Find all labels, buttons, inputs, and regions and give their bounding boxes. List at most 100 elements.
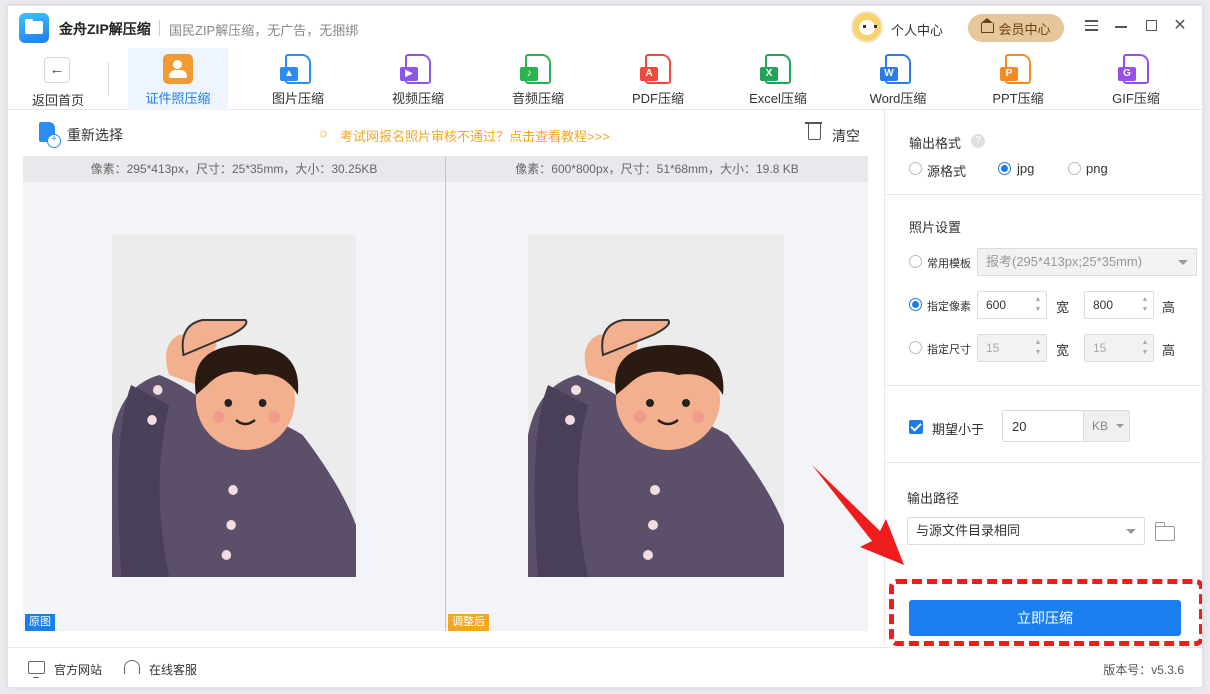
maximize-icon[interactable] bbox=[1142, 17, 1160, 35]
add-file-icon[interactable] bbox=[39, 122, 61, 148]
size-label[interactable]: 指定尺寸 bbox=[927, 341, 971, 357]
spin-up-icon[interactable]: ▲ bbox=[1033, 338, 1043, 348]
crown-icon bbox=[981, 18, 995, 33]
vip-center-button[interactable]: 会员中心 bbox=[968, 14, 1064, 42]
format-png-label[interactable]: png bbox=[1086, 161, 1108, 176]
tab-id-photo-compress[interactable]: 证件照压缩 bbox=[128, 48, 228, 110]
format-source-label[interactable]: 源格式 bbox=[927, 161, 966, 180]
user-avatar-icon[interactable] bbox=[851, 11, 883, 43]
minimize-icon[interactable] bbox=[1112, 17, 1130, 35]
tab-label: GIF压缩 bbox=[1112, 91, 1160, 106]
toolbar-divider bbox=[108, 62, 109, 96]
tab-label: PPT压缩 bbox=[992, 91, 1044, 106]
help-icon[interactable]: ? bbox=[971, 134, 985, 148]
size-width-value: 15 bbox=[986, 341, 1000, 355]
size-radio[interactable] bbox=[909, 341, 922, 354]
expect-size-label[interactable]: 期望小于 bbox=[932, 419, 984, 438]
section-divider bbox=[885, 385, 1202, 386]
format-jpg-label[interactable]: jpg bbox=[1017, 161, 1034, 176]
output-format-title: 输出格式 bbox=[909, 136, 962, 151]
size-unit-select[interactable]: KB bbox=[1083, 411, 1129, 441]
template-radio[interactable] bbox=[909, 255, 922, 268]
format-radio-source[interactable] bbox=[909, 162, 922, 175]
output-path-select[interactable]: 与源文件目录相同 bbox=[907, 517, 1145, 545]
arrow-left-icon: ← bbox=[44, 57, 70, 83]
pixel-radio[interactable] bbox=[909, 298, 922, 311]
tab-pdf-compress[interactable]: A PDF压缩 bbox=[608, 48, 708, 110]
audio-file-icon: ♪ bbox=[520, 54, 551, 84]
headset-icon[interactable] bbox=[124, 660, 140, 674]
chevron-down-icon bbox=[1116, 424, 1124, 428]
online-support-link[interactable]: 在线客服 bbox=[149, 661, 197, 678]
tab-word-compress[interactable]: W Word压缩 bbox=[848, 48, 948, 110]
size-width-input[interactable]: 15 ▲ ▼ bbox=[977, 334, 1047, 362]
expect-size-checkbox[interactable] bbox=[909, 420, 923, 434]
original-photo bbox=[112, 235, 356, 577]
tab-gif-compress[interactable]: G GIF压缩 bbox=[1086, 48, 1186, 110]
preview-area: 像素：295*413px，尺寸：25*35mm，大小：30.25KB 原图 像素… bbox=[23, 156, 868, 631]
height-unit: 高 bbox=[1162, 300, 1176, 315]
tutorial-link[interactable]: 考试网报名照片审核不通过？点击查看教程>>> bbox=[340, 126, 610, 145]
folder-icon[interactable] bbox=[1155, 522, 1175, 541]
size-unit-value: KB bbox=[1092, 419, 1109, 433]
gif-file-icon: G bbox=[1118, 54, 1149, 84]
spin-down-icon[interactable]: ▼ bbox=[1033, 348, 1043, 358]
chevron-down-icon bbox=[1178, 260, 1188, 265]
tab-label: 音频压缩 bbox=[511, 91, 564, 106]
trash-icon[interactable] bbox=[805, 122, 822, 140]
app-window: 金舟ZIP解压缩 国民ZIP解压缩，无广告，无捆绑 个人中心 会员中心 ✕ ← … bbox=[7, 5, 1203, 688]
format-radio-jpg[interactable] bbox=[998, 162, 1011, 175]
spin-down-icon[interactable]: ▼ bbox=[1140, 305, 1150, 315]
back-home-button[interactable]: ← 返回首页 bbox=[22, 54, 94, 108]
video-file-icon: ▶ bbox=[400, 54, 431, 84]
id-photo-illustration bbox=[528, 235, 784, 577]
official-website-link[interactable]: 官方网站 bbox=[54, 661, 102, 678]
tab-label: PDF压缩 bbox=[631, 91, 684, 106]
pixel-label[interactable]: 指定像素 bbox=[927, 298, 971, 314]
tab-audio-compress[interactable]: ♪ 音频压缩 bbox=[488, 48, 588, 110]
pdf-file-icon: A bbox=[640, 54, 671, 84]
pixel-width-value: 600 bbox=[986, 298, 1007, 312]
original-tag: 原图 bbox=[25, 614, 55, 631]
spin-down-icon[interactable]: ▼ bbox=[1033, 305, 1043, 315]
menu-icon[interactable] bbox=[1082, 17, 1100, 35]
format-radio-png[interactable] bbox=[1068, 162, 1081, 175]
excel-file-icon: X bbox=[760, 54, 791, 84]
spin-up-icon[interactable]: ▲ bbox=[1033, 295, 1043, 305]
expect-size-input[interactable]: 20 KB bbox=[1002, 410, 1130, 442]
close-icon[interactable]: ✕ bbox=[1171, 17, 1189, 35]
tab-video-compress[interactable]: ▶ 视频压缩 bbox=[368, 48, 468, 110]
word-file-icon: W bbox=[880, 54, 911, 84]
pixel-width-input[interactable]: 600 ▲ ▼ bbox=[977, 291, 1047, 319]
tab-ppt-compress[interactable]: P PPT压缩 bbox=[968, 48, 1068, 110]
chevron-down-icon bbox=[1126, 529, 1136, 534]
spin-up-icon[interactable]: ▲ bbox=[1140, 295, 1150, 305]
ppt-file-icon: P bbox=[1000, 54, 1031, 84]
tab-image-compress[interactable]: ▲ 图片压缩 bbox=[248, 48, 348, 110]
width-unit: 宽 bbox=[1056, 343, 1070, 358]
highlight-annotation bbox=[889, 579, 1202, 646]
size-height-input[interactable]: 15 ▲ ▼ bbox=[1084, 334, 1154, 362]
tab-excel-compress[interactable]: X Excel压缩 bbox=[728, 48, 828, 110]
spin-down-icon[interactable]: ▼ bbox=[1140, 348, 1150, 358]
tab-label: 视频压缩 bbox=[391, 91, 444, 106]
pixel-height-value: 800 bbox=[1093, 298, 1114, 312]
tab-label: 证件照压缩 bbox=[145, 91, 211, 106]
adjusted-info: 像素：600*800px，尺寸：51*68mm，大小：19.8 KB bbox=[446, 156, 868, 182]
spin-up-icon[interactable]: ▲ bbox=[1140, 338, 1150, 348]
website-icon[interactable] bbox=[28, 661, 45, 678]
clear-button[interactable]: 清空 bbox=[832, 126, 860, 146]
template-value: 报考(295*413px;25*35mm) bbox=[986, 254, 1143, 269]
version-label: 版本号：v5.3.6 bbox=[1103, 663, 1184, 677]
action-row: 重新选择 ☼ 考试网报名照片审核不通过？点击查看教程>>> 清空 bbox=[23, 110, 868, 156]
photo-settings-title: 照片设置 bbox=[909, 220, 962, 235]
expect-size-value: 20 bbox=[1012, 419, 1027, 434]
settings-panel: 输出格式 ? 源格式 jpg png 照片设置 常用模板 报考(295*413p… bbox=[884, 110, 1202, 645]
status-bar: 官方网站 在线客服 版本号：v5.3.6 bbox=[8, 647, 1202, 687]
template-select[interactable]: 报考(295*413px;25*35mm) bbox=[977, 248, 1197, 276]
app-name: 金舟ZIP解压缩 bbox=[59, 21, 151, 37]
reselect-button[interactable]: 重新选择 bbox=[67, 125, 123, 145]
template-label[interactable]: 常用模板 bbox=[927, 255, 971, 271]
user-center-link[interactable]: 个人中心 bbox=[891, 20, 943, 39]
pixel-height-input[interactable]: 800 ▲ ▼ bbox=[1084, 291, 1154, 319]
